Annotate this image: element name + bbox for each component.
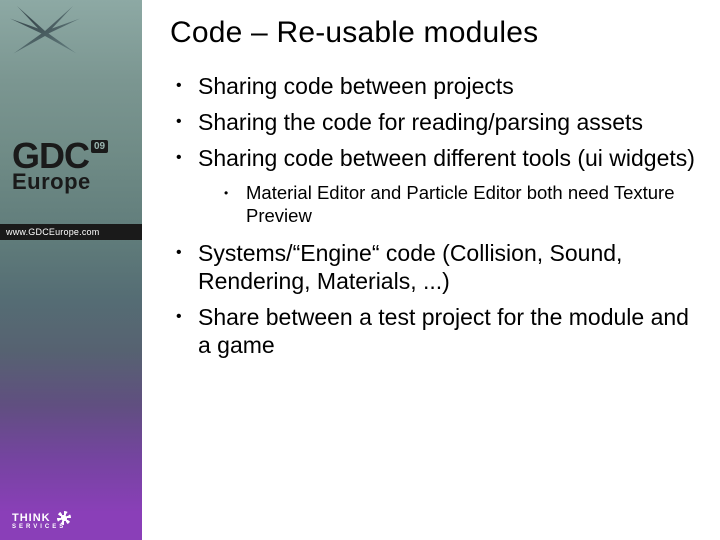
- bullet-text: Material Editor and Particle Editor both…: [246, 182, 674, 226]
- list-item: Material Editor and Particle Editor both…: [198, 182, 702, 227]
- slide-title: Code – Re-usable modules: [170, 16, 702, 50]
- bullet-text: Systems/“Engine“ code (Collision, Sound,…: [198, 240, 622, 294]
- logo-year-badge: 09: [91, 140, 108, 153]
- list-item: Sharing the code for reading/parsing ass…: [170, 108, 702, 136]
- list-item: Sharing code between different tools (ui…: [170, 144, 702, 227]
- bullet-text: Sharing the code for reading/parsing ass…: [198, 109, 643, 135]
- list-item: Sharing code between projects: [170, 72, 702, 100]
- slide-content: Code – Re-usable modules Sharing code be…: [142, 0, 720, 540]
- gdc-logo: GDC09 Europe: [12, 140, 108, 195]
- bullet-text: Sharing code between different tools (ui…: [198, 145, 695, 171]
- sidebar: GDC09 Europe www.GDCEurope.com THINK SER…: [0, 0, 142, 540]
- url-bar: www.GDCEurope.com: [0, 224, 142, 240]
- gear-icon: [57, 511, 71, 525]
- sidebar-header: GDC09 Europe: [0, 0, 142, 180]
- footer-sub-text: SERVICES: [12, 524, 71, 530]
- bullet-text: Sharing code between projects: [198, 73, 514, 99]
- sub-bullet-list: Material Editor and Particle Editor both…: [198, 182, 702, 227]
- bullet-text: Share between a test project for the mod…: [198, 304, 689, 358]
- list-item: Systems/“Engine“ code (Collision, Sound,…: [170, 239, 702, 295]
- bullet-list: Sharing code between projects Sharing th…: [170, 72, 702, 359]
- list-item: Share between a test project for the mod…: [170, 303, 702, 359]
- butterfly-graphic: [10, 6, 80, 56]
- footer-brand-text: THINK: [12, 512, 51, 524]
- footer-brand: THINK SERVICES: [12, 511, 71, 530]
